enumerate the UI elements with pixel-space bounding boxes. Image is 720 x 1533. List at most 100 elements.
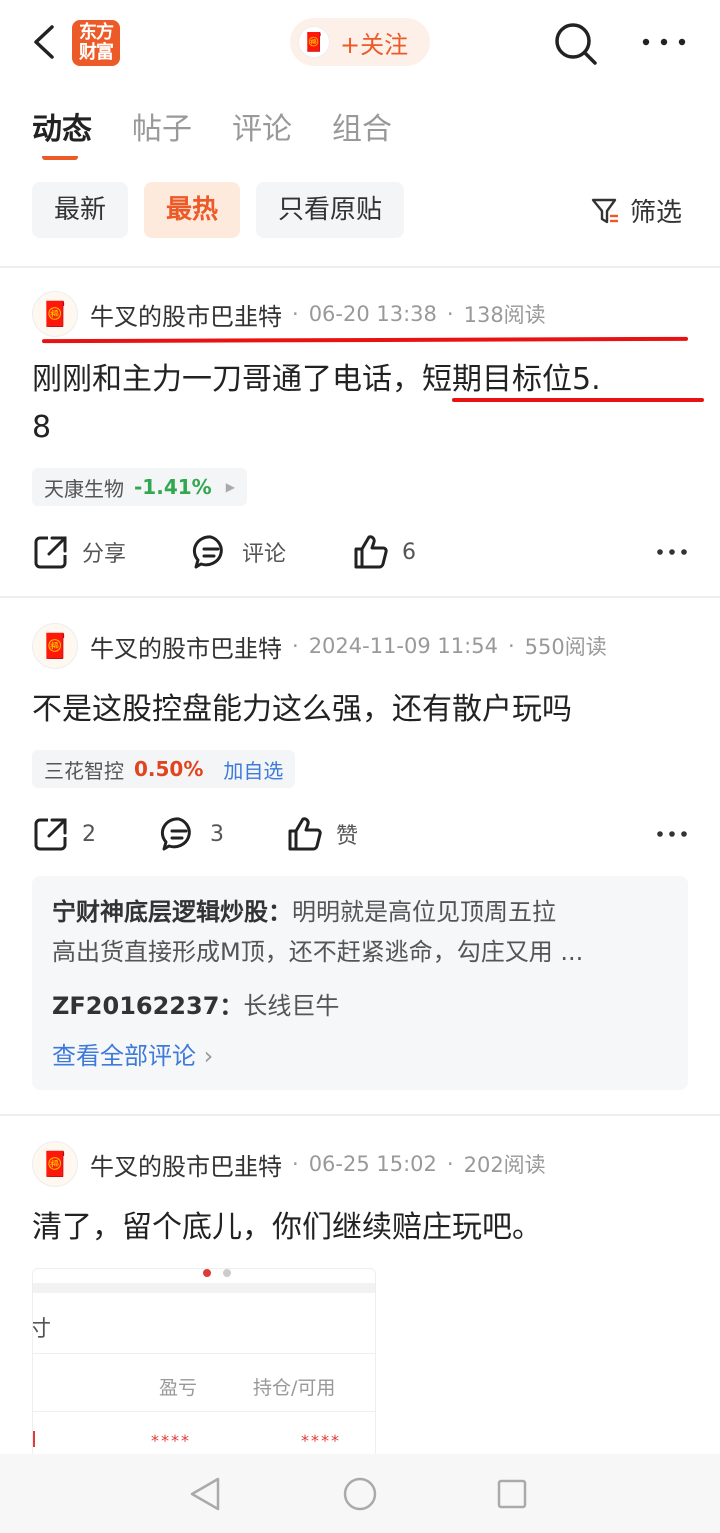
like-label: 赞 <box>336 824 359 849</box>
post-content-line: 刚刚和主力一刀哥通了电话，短期目标位5. <box>32 362 601 397</box>
chip-latest[interactable]: 最新 <box>32 182 129 238</box>
share-count: 2 <box>82 821 96 847</box>
post-author-row[interactable]: 🧧 牛叉的股市巴韭特 · 06-20 13:38 · 138阅读 <box>32 290 546 338</box>
comment-count: 3 <box>210 821 224 847</box>
search-icon[interactable] <box>552 20 598 66</box>
post-content[interactable]: 刚刚和主力一刀哥通了电话，短期目标位5. 8 <box>32 356 702 452</box>
image-text: 寸 <box>33 1311 51 1343</box>
comment-preview-box[interactable]: 宁财神底层逻辑炒股：明明就是高位见顶周五拉 高出货直接形成M顶，还不赶紧逃命，勾… <box>32 876 688 1090</box>
image-red-mark <box>33 1431 35 1447</box>
like-button[interactable]: 6 <box>352 533 416 571</box>
stock-tag[interactable]: 三花智控 0.50% 加自选 <box>32 750 296 788</box>
chip-hottest[interactable]: 最热 <box>144 182 241 238</box>
nav-back-icon[interactable] <box>188 1476 222 1512</box>
post-dot: · <box>292 1152 299 1176</box>
play-icon: ▶ <box>225 480 235 494</box>
stock-name: 三花智控 <box>44 758 124 783</box>
post-dot: · <box>292 634 299 658</box>
share-button[interactable]: 2 <box>32 815 160 853</box>
system-nav-bar <box>0 1454 720 1533</box>
carousel-dots-icon <box>203 1269 231 1277</box>
author-avatar[interactable]: 🧧 <box>32 1141 78 1187</box>
red-underline-annotation <box>452 398 704 402</box>
post-dot: · <box>446 302 454 326</box>
comment-text: 明明就是高位见顶周五拉 <box>292 898 556 926</box>
follow-label: +关注 <box>340 30 409 59</box>
more-icon[interactable] <box>656 829 688 839</box>
author-name[interactable]: 牛叉的股市巴韭特 <box>90 1147 282 1182</box>
image-masked-value: **** <box>151 1431 191 1450</box>
post-dot: · <box>292 302 299 326</box>
comment-item: 宁财神底层逻辑炒股：明明就是高位见顶周五拉 <box>52 892 668 932</box>
image-col-pnl: 盈亏 <box>159 1377 198 1399</box>
stock-name: 天康生物 <box>44 476 124 501</box>
user-avatar-icon: 🧧 <box>298 26 330 58</box>
more-icon[interactable] <box>656 547 688 557</box>
commenter-name[interactable]: ZF20162237： <box>52 992 243 1020</box>
image-divider <box>33 1411 375 1412</box>
post-image[interactable]: 寸 盈亏 持仓/可用 **** **** <box>32 1268 376 1458</box>
divider <box>0 1114 720 1116</box>
red-underline-annotation <box>41 336 689 344</box>
post-content-line: 清了，留个底儿，你们继续赔庄玩吧。 <box>32 1210 542 1245</box>
app-logo: 东方财富 <box>72 20 120 66</box>
author-name[interactable]: 牛叉的股市巴韭特 <box>90 297 282 332</box>
view-all-label: 查看全部评论 <box>52 1042 196 1070</box>
thumbs-up-icon <box>354 535 388 569</box>
post-time: 06-25 15:02 <box>308 1152 437 1176</box>
post-time: 2024-11-09 11:54 <box>308 634 498 658</box>
post-reads: 550阅读 <box>524 635 607 659</box>
image-masked-value: **** <box>301 1431 341 1450</box>
image-band <box>33 1283 375 1293</box>
post-time: 06-20 13:38 <box>308 302 437 326</box>
post-content-line: 不是这股控盘能力这么强，还有散户玩吗 <box>32 692 572 727</box>
post-author-row[interactable]: 🧧 牛叉的股市巴韭特 · 2024-11-09 11:54 · 550阅读 <box>32 622 607 670</box>
comment-text: 高出货直接形成M顶，还不赶紧逃命，勾庄又用 ... <box>52 938 584 966</box>
post-actions: 分享 评论 6 <box>32 530 688 574</box>
comment-button[interactable]: 3 <box>160 815 286 853</box>
post-reads: 202阅读 <box>463 1153 546 1177</box>
more-icon[interactable] <box>640 28 688 56</box>
nav-home-icon[interactable] <box>342 1476 378 1512</box>
tab-comments[interactable]: 评论 <box>232 104 292 148</box>
tab-dynamics[interactable]: 动态 <box>32 104 92 160</box>
nav-recents-icon[interactable] <box>496 1478 528 1510</box>
post-reads: 138阅读 <box>463 303 546 327</box>
comment-label: 评论 <box>242 542 287 567</box>
comment-button[interactable]: 评论 <box>192 533 352 571</box>
divider <box>0 596 720 598</box>
tab-portfolio[interactable]: 组合 <box>332 104 392 148</box>
author-name[interactable]: 牛叉的股市巴韭特 <box>90 629 282 664</box>
post-author-row[interactable]: 🧧 牛叉的股市巴韭特 · 06-25 15:02 · 202阅读 <box>32 1140 546 1188</box>
tab-posts[interactable]: 帖子 <box>132 104 192 148</box>
profile-tabs: 动态 帖子 评论 组合 <box>32 104 392 160</box>
share-icon <box>34 536 67 569</box>
view-all-comments-link[interactable]: 查看全部评论 › <box>52 1036 668 1071</box>
author-avatar[interactable]: 🧧 <box>32 291 78 337</box>
image-col-holdings: 持仓/可用 <box>253 1377 336 1399</box>
post-content-line: 8 <box>32 410 52 445</box>
share-button[interactable]: 分享 <box>32 533 192 571</box>
back-icon[interactable] <box>30 24 60 60</box>
stock-change: -1.41% <box>134 475 212 499</box>
commenter-name[interactable]: 宁财神底层逻辑炒股： <box>52 898 292 926</box>
add-watchlist-button[interactable]: 加自选 <box>223 755 283 784</box>
comment-icon <box>192 535 223 569</box>
top-bar: 东方财富 🧧 +关注 <box>0 0 720 88</box>
filter-button[interactable]: 筛选 <box>590 192 682 229</box>
post-content[interactable]: 清了，留个底儿，你们继续赔庄玩吧。 <box>32 1204 702 1252</box>
post-content[interactable]: 不是这股控盘能力这么强，还有散户玩吗 <box>32 686 702 734</box>
share-label: 分享 <box>82 542 127 567</box>
post-dot: · <box>446 1152 454 1176</box>
follow-button[interactable]: 🧧 +关注 <box>290 18 430 66</box>
author-avatar[interactable]: 🧧 <box>32 623 78 669</box>
image-divider <box>33 1353 375 1354</box>
chip-original-only[interactable]: 只看原贴 <box>256 182 405 238</box>
comment-text: 长线巨牛 <box>243 992 340 1020</box>
filter-label: 筛选 <box>630 198 683 228</box>
thumbs-up-icon <box>288 817 322 851</box>
stock-change: 0.50% <box>134 757 204 781</box>
like-button[interactable]: 赞 <box>286 815 358 853</box>
share-icon <box>34 818 67 851</box>
stock-tag[interactable]: 天康生物 -1.41% ▶ <box>32 468 247 506</box>
